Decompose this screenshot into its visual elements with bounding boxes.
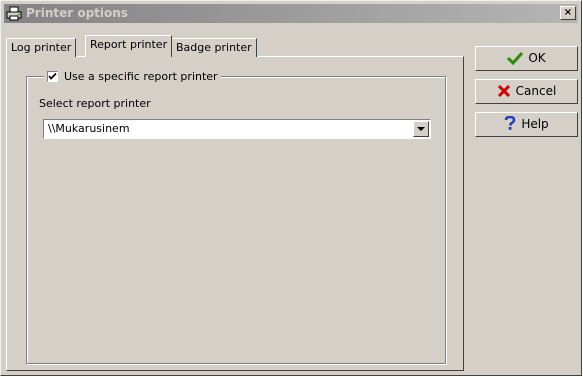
select-printer-label: Select report printer bbox=[39, 97, 151, 110]
cancel-label: Cancel bbox=[515, 84, 557, 98]
tab-badge-printer[interactable]: Badge printer bbox=[171, 38, 257, 57]
cancel-button[interactable]: Cancel bbox=[475, 79, 578, 104]
close-button[interactable]: × bbox=[560, 6, 576, 20]
checkbox-box[interactable] bbox=[47, 71, 58, 82]
checkmark-icon bbox=[507, 51, 524, 65]
chevron-down-icon bbox=[417, 127, 425, 131]
help-button[interactable]: Help bbox=[475, 112, 578, 137]
x-icon bbox=[497, 84, 510, 98]
window-title: Printer options bbox=[26, 6, 128, 20]
title-bar[interactable]: Printer options × bbox=[4, 4, 578, 23]
tab-label: Report printer bbox=[90, 38, 168, 51]
tab-label: Log printer bbox=[11, 41, 72, 54]
use-specific-printer-checkbox[interactable]: Use a specific report printer bbox=[44, 69, 221, 84]
printer-options-dialog: Printer options × Log printer Report pri… bbox=[0, 0, 582, 376]
dropdown-button[interactable] bbox=[413, 121, 429, 137]
checkmark-icon bbox=[48, 72, 57, 80]
tab-report-printer[interactable]: Report printer bbox=[85, 35, 173, 57]
question-icon bbox=[505, 116, 516, 130]
ok-label: OK bbox=[528, 51, 546, 65]
printer-icon bbox=[6, 6, 22, 21]
use-specific-printer-label: Use a specific report printer bbox=[64, 70, 218, 83]
selected-printer-value: \\Mukarusinem bbox=[48, 122, 130, 135]
tab-log-printer[interactable]: Log printer bbox=[6, 38, 77, 57]
help-label: Help bbox=[521, 117, 549, 131]
report-printer-select[interactable]: \\Mukarusinem bbox=[43, 119, 431, 139]
tab-label: Badge printer bbox=[176, 41, 252, 54]
ok-button[interactable]: OK bbox=[475, 46, 578, 71]
